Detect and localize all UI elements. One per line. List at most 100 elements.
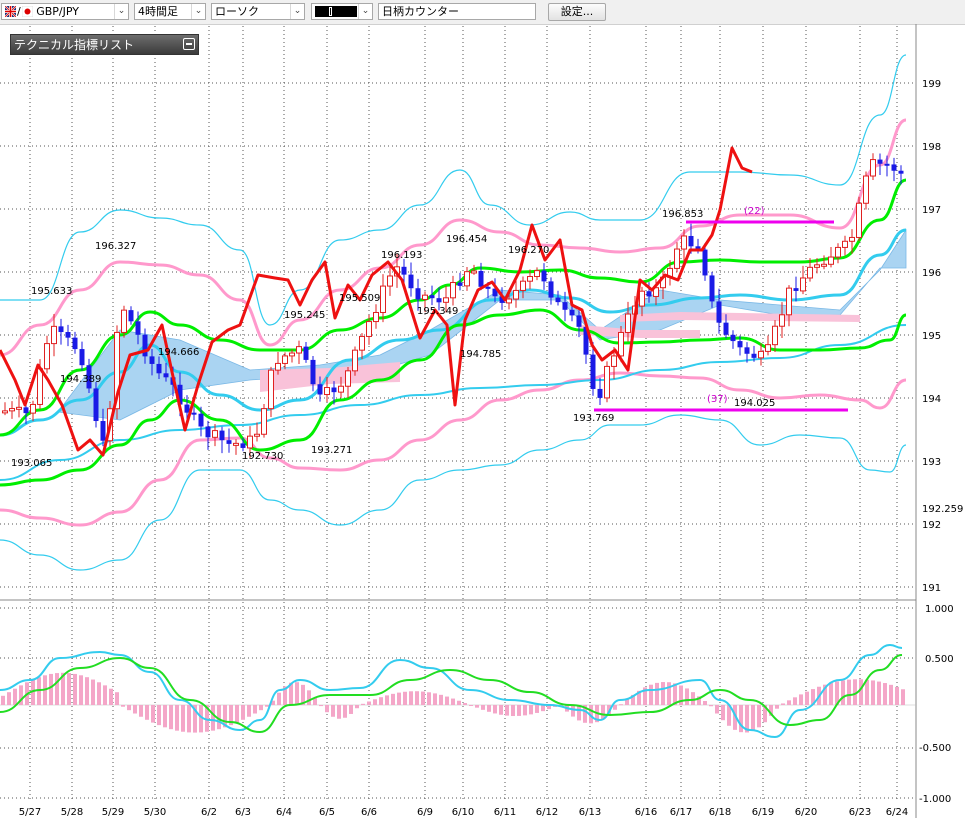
candle-body bbox=[51, 325, 57, 345]
histogram-bar bbox=[67, 673, 71, 705]
histogram-bar bbox=[379, 697, 383, 705]
histogram-bar bbox=[475, 705, 479, 708]
candle-body bbox=[268, 369, 274, 410]
candle-body bbox=[443, 297, 449, 303]
price-chart: 196.327 195.633 194.389 193.065 194.666 … bbox=[0, 24, 963, 818]
candle-body bbox=[674, 248, 680, 269]
symbol-select[interactable]: / GBP/JPY ⌄ bbox=[1, 3, 129, 20]
candle-body bbox=[758, 350, 764, 359]
candle-body bbox=[814, 264, 820, 268]
indicator-list-panel[interactable]: テクニカル指標リスト bbox=[10, 34, 199, 55]
histogram-bar bbox=[391, 693, 395, 705]
candle-body bbox=[604, 365, 610, 399]
candle-body bbox=[317, 384, 323, 395]
candle-body bbox=[2, 410, 8, 414]
candle-body bbox=[429, 295, 435, 299]
candle-body bbox=[261, 408, 267, 435]
histogram-bar bbox=[277, 692, 281, 705]
histogram-bar bbox=[775, 705, 779, 709]
x-tick-label: 6/5 bbox=[319, 807, 335, 818]
histogram-bar bbox=[661, 682, 665, 705]
annotation-label: 196.454 bbox=[446, 234, 487, 245]
histogram-bar bbox=[337, 705, 341, 719]
candle-body bbox=[835, 246, 841, 258]
candle-body bbox=[625, 313, 631, 333]
oscillator-panel bbox=[0, 644, 916, 738]
histogram-bar bbox=[235, 705, 239, 723]
chart-style-label: ローソク bbox=[215, 5, 259, 18]
candle-type-select[interactable]: ⌄ bbox=[311, 3, 373, 20]
histogram-bar bbox=[361, 703, 365, 705]
histogram-bar bbox=[13, 688, 17, 705]
x-tick-label: 6/11 bbox=[494, 807, 516, 818]
x-tick-label: 6/13 bbox=[579, 807, 601, 818]
x-tick-label: 5/28 bbox=[61, 807, 83, 818]
candle-body bbox=[723, 322, 729, 335]
candle-body bbox=[163, 373, 169, 378]
chart-style-select[interactable]: ローソク ⌄ bbox=[211, 3, 305, 20]
candle-body bbox=[849, 236, 855, 242]
histogram-bar bbox=[79, 675, 83, 705]
histogram-bar bbox=[463, 703, 467, 705]
histogram-bar bbox=[721, 705, 725, 721]
histogram-bar bbox=[91, 679, 95, 705]
y-tick-label: 198 bbox=[922, 142, 941, 153]
timeframe-select[interactable]: 4時間足 ⌄ bbox=[134, 3, 206, 20]
annotation-label: 193.065 bbox=[11, 458, 52, 469]
candle-body bbox=[688, 235, 694, 247]
candle-body bbox=[387, 275, 393, 287]
histogram-bar bbox=[103, 685, 107, 705]
candle-body bbox=[226, 440, 232, 444]
osc-tick-label: -1.000 bbox=[919, 794, 951, 805]
annotation-label: 195.509 bbox=[339, 293, 380, 304]
chevron-down-icon[interactable]: ⌄ bbox=[290, 4, 304, 19]
y-tick-label: 192 bbox=[922, 520, 941, 531]
current-price-label: 192.259 bbox=[922, 504, 963, 515]
minimize-icon[interactable] bbox=[183, 38, 195, 50]
candle-body bbox=[37, 368, 43, 405]
histogram-bar bbox=[757, 705, 761, 728]
candle-body bbox=[205, 426, 211, 438]
candle-body bbox=[828, 256, 834, 265]
histogram-bar bbox=[55, 673, 59, 705]
candle-body bbox=[548, 281, 554, 298]
candle-icon bbox=[315, 6, 357, 17]
candle-body bbox=[100, 421, 106, 441]
histogram-bar bbox=[703, 701, 707, 705]
histogram-bar bbox=[163, 705, 167, 728]
histogram-bar bbox=[799, 694, 803, 705]
x-tick-label: 6/9 bbox=[417, 807, 433, 818]
candle-body bbox=[898, 170, 904, 174]
histogram-bar bbox=[451, 698, 455, 705]
histogram-bar bbox=[7, 692, 11, 705]
histogram-bar bbox=[181, 705, 185, 732]
candle-body bbox=[870, 159, 876, 177]
osc-tick-label: 1.000 bbox=[925, 604, 954, 615]
candle-body bbox=[331, 387, 337, 393]
x-tick-label: 6/17 bbox=[670, 807, 692, 818]
histogram-bar bbox=[1, 695, 5, 705]
chevron-down-icon[interactable]: ⌄ bbox=[114, 4, 128, 19]
histogram-bar bbox=[709, 705, 713, 707]
annotation-label: 195.349 bbox=[417, 306, 458, 317]
histogram-bar bbox=[325, 705, 329, 713]
histogram-bar bbox=[571, 705, 575, 717]
candle-body bbox=[457, 282, 463, 286]
chevron-down-icon[interactable]: ⌄ bbox=[358, 4, 372, 19]
candle-body bbox=[786, 287, 792, 316]
candle-body bbox=[751, 353, 757, 358]
settings-button[interactable]: 設定... bbox=[548, 3, 606, 21]
counter-field[interactable]: 日柄カウンター bbox=[378, 3, 536, 20]
annotation-label: 193.769 bbox=[573, 413, 614, 424]
chevron-down-icon[interactable]: ⌄ bbox=[191, 4, 205, 19]
histogram-bar bbox=[877, 681, 881, 705]
timeframe-label: 4時間足 bbox=[138, 5, 178, 18]
annotation-label: 192.730 bbox=[242, 451, 283, 462]
y-tick-label: 197 bbox=[922, 205, 941, 216]
candle-body bbox=[282, 355, 288, 364]
candle-body bbox=[128, 310, 134, 322]
candle-body bbox=[289, 352, 295, 357]
histogram-bar bbox=[751, 705, 755, 731]
histogram-bar bbox=[127, 705, 131, 711]
histogram-bar bbox=[145, 705, 149, 720]
